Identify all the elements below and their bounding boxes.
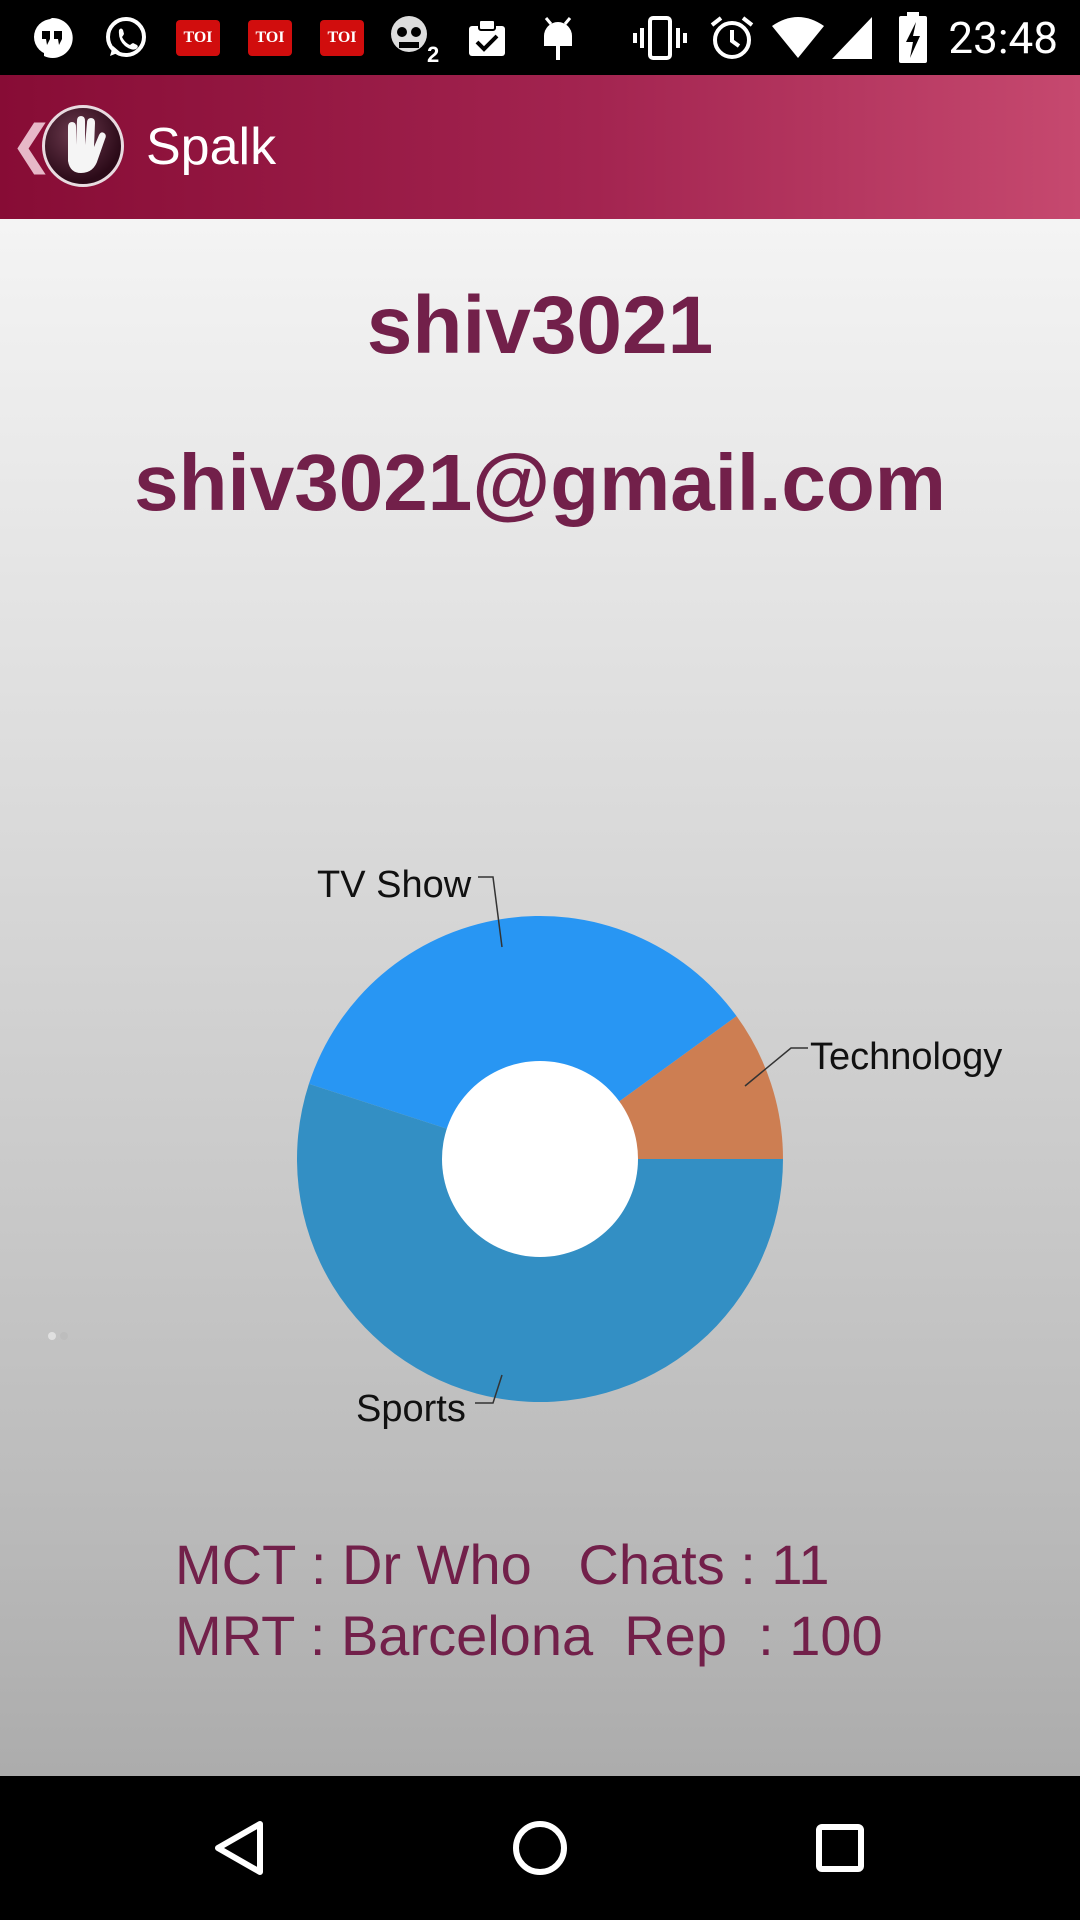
chart-label-technology: Technology [810,1036,1002,1078]
zombie-game-icon: 2 [386,14,442,64]
home-circle-icon[interactable] [504,1812,576,1884]
donut-hole [442,1061,638,1257]
signal-icon [830,14,874,62]
hand-icon[interactable] [42,105,124,187]
interest-donut-chart[interactable]: TV Show Technology Sports [0,599,1080,1499]
clipboard-check-icon [462,14,512,62]
status-time: 23:48 [948,12,1058,64]
status-bar: TOI TOI TOI 2 23:48 [0,0,1080,75]
toi-icon: TOI [176,20,220,56]
svg-text:2: 2 [427,42,439,64]
stats-line-mrt-rep: MRT : Barcelona Rep : 100 [175,1604,883,1667]
recents-square-icon[interactable] [804,1812,876,1884]
page-dot [60,1332,68,1340]
app-bar: ❮ Spalk [0,75,1080,219]
page-dot [48,1332,56,1340]
toi-icon: TOI [320,20,364,56]
whatsapp-icon [100,14,152,62]
chart-label-sports: Sports [356,1388,466,1430]
battery-charging-icon [896,12,930,63]
vibrate-icon [632,14,688,62]
android-icon [536,14,580,62]
stats-block: MCT : Dr Who Chats : 11 MRT : Barcelona R… [175,1529,883,1671]
app-title: Spalk [146,118,277,176]
alarm-icon [708,14,756,62]
back-triangle-icon[interactable] [204,1812,276,1884]
profile-content: shiv3021 shiv3021@gmail.com TV Show Techn… [0,219,1080,1776]
navigation-bar [0,1776,1080,1920]
wifi-icon [770,14,826,62]
stats-line-mct-chats: MCT : Dr Who Chats : 11 [175,1533,830,1596]
chart-label-tv-show: TV Show [317,864,472,906]
profile-email: shiv3021@gmail.com [134,438,946,527]
page-indicator [48,1327,72,1345]
toi-icon: TOI [248,20,292,56]
hangouts-icon [26,14,78,62]
profile-username: shiv3021 [366,280,714,371]
